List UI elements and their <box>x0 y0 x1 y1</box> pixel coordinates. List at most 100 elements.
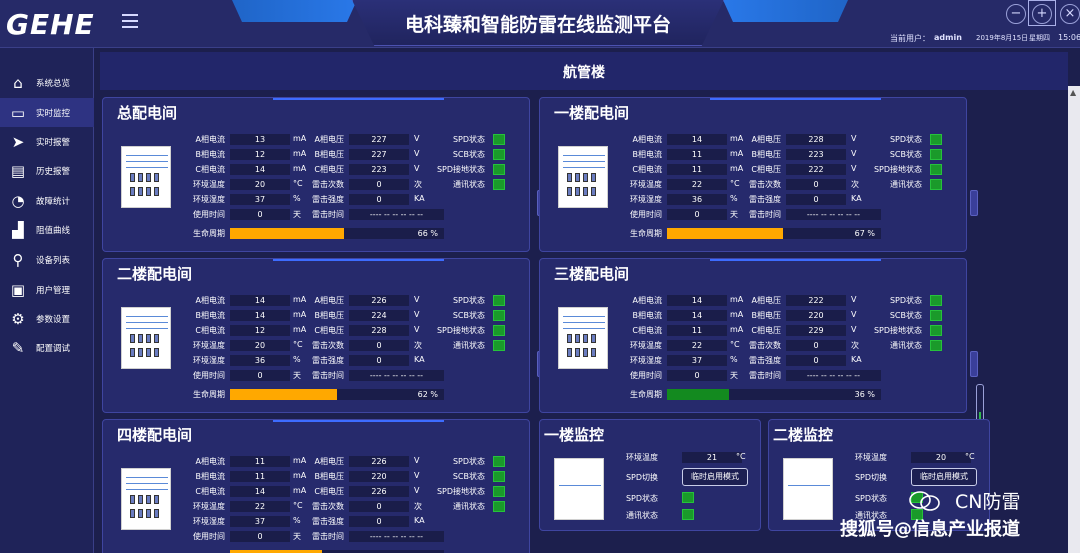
status-label: SCB状态 <box>452 150 485 159</box>
busbar-line <box>563 316 605 317</box>
field-value: 11 <box>230 471 290 482</box>
field-value: 14 <box>230 486 290 497</box>
field-label: 雷击强度 <box>312 356 344 365</box>
field-value: 14 <box>230 164 290 175</box>
temperature-unit: °C <box>736 452 746 461</box>
field-unit: V <box>414 456 420 465</box>
status-label: SPD接地状态 <box>873 165 922 174</box>
sidebar-item-resistance-curve[interactable]: ▟ 阻值曲线 <box>0 215 94 244</box>
room-title: 总配电间 <box>117 104 178 122</box>
breaker-symbol <box>138 509 143 518</box>
current-user-name: admin <box>934 33 962 42</box>
app-header: GEHE 电科臻和智能防雷在线监测平台 − + × 当前用户： admin 20… <box>0 0 1080 48</box>
status-indicator <box>930 325 942 336</box>
field-value: 0 <box>349 516 409 527</box>
field-label: B相电流 <box>632 150 663 159</box>
strike-time-value: ---- -- -- -- -- -- <box>349 370 444 381</box>
life-cycle-fill <box>667 389 729 400</box>
field-value: 223 <box>349 164 409 175</box>
settings-icon: ⚙ <box>11 309 25 328</box>
field-label: A相电压 <box>314 296 344 305</box>
sidebar-item-realtime-monitor[interactable]: ▭ 实时监控 <box>0 98 94 127</box>
field-value: 12 <box>230 325 290 336</box>
room-panel: 一楼配电间 A相电流 14 mA A相电压 228 V SPD状态 B相电流 11 mA B相电压 22… <box>539 97 967 252</box>
sidebar-item-history-alarm[interactable]: ▤ 历史报警 <box>0 156 94 185</box>
breaker-symbol <box>146 334 151 343</box>
field-value: 37 <box>230 194 290 205</box>
field-value: 228 <box>786 134 846 145</box>
pie-chart-icon: ◔ <box>11 191 25 210</box>
field-label: 环境湿度 <box>193 356 225 365</box>
breaker-symbol <box>146 509 151 518</box>
field-label: 雷击时间 <box>312 532 344 541</box>
breaker-symbol <box>130 173 135 182</box>
status-indicator <box>930 340 942 351</box>
breaker-symbol <box>154 334 159 343</box>
breaker-symbol <box>138 187 143 196</box>
breaker-symbol <box>146 348 151 357</box>
sidebar-item-fault-stats[interactable]: ◔ 故障统计 <box>0 186 94 215</box>
minimize-icon[interactable]: − <box>1006 4 1026 24</box>
life-cycle-percent: 67 % <box>854 229 875 238</box>
maximize-icon[interactable]: + <box>1032 4 1052 24</box>
watermark-source: 搜狐号@信息产业报道 <box>840 519 1020 540</box>
busbar-line <box>126 161 168 162</box>
panel-top-accent <box>710 259 881 263</box>
sidebar-item-device-list[interactable]: ⚲ 设备列表 <box>0 245 94 274</box>
busbar-line <box>563 167 605 168</box>
sidebar-item-parameter-settings[interactable]: ⚙ 参数设置 <box>0 304 94 333</box>
hamburger-menu-icon[interactable] <box>122 14 138 28</box>
vertical-scrollbar[interactable]: ▲ <box>1068 86 1080 553</box>
field-value: 14 <box>230 310 290 321</box>
field-unit: 次 <box>414 341 422 350</box>
field-value: 14 <box>667 134 727 145</box>
sidebar-item-overview[interactable]: ⌂ 系统总览 <box>0 68 94 97</box>
status-label: SPD状态 <box>452 296 485 305</box>
field-value: 0 <box>349 340 409 351</box>
field-unit: KA <box>851 355 862 364</box>
panel-connector <box>970 190 978 216</box>
breaker-symbol <box>154 187 159 196</box>
breaker-symbol <box>154 495 159 504</box>
close-icon[interactable]: × <box>1060 4 1080 24</box>
panel-top-accent <box>273 420 444 424</box>
field-unit: KA <box>851 194 862 203</box>
status-indicator <box>682 509 694 520</box>
field-label: 使用时间 <box>630 371 662 380</box>
monitor-title: 一楼监控 <box>544 426 605 444</box>
monitor-icon: ▭ <box>10 103 26 122</box>
sidebar-item-user-management[interactable]: ▣ 用户管理 <box>0 275 94 304</box>
scroll-up-icon[interactable]: ▲ <box>1070 88 1076 97</box>
field-label: C相电压 <box>314 487 344 496</box>
temporary-mode-button[interactable]: 临时启用模式 <box>911 468 977 486</box>
temperature-label: 环境温度 <box>626 453 658 462</box>
strike-time-value: ---- -- -- -- -- -- <box>786 209 881 220</box>
field-unit: V <box>414 149 420 158</box>
status-indicator <box>493 164 505 175</box>
line-chart-icon: ▟ <box>12 220 24 239</box>
field-value: 20 <box>230 179 290 190</box>
field-label: 雷击时间 <box>312 371 344 380</box>
field-label: 雷击强度 <box>312 195 344 204</box>
status-indicator <box>493 340 505 351</box>
breaker-symbol <box>146 187 151 196</box>
breaker-symbol <box>591 334 596 343</box>
time-text: 15:06 <box>1058 33 1080 42</box>
field-label: 环境湿度 <box>193 195 225 204</box>
life-cycle-label: 生命周期 <box>193 390 225 399</box>
page-title: 航管楼 <box>563 65 605 81</box>
life-cycle-percent: 36 % <box>854 390 875 399</box>
sidebar-item-realtime-alarm[interactable]: ➤ 实时报警 <box>0 127 94 156</box>
breaker-symbol <box>583 187 588 196</box>
sidebar-item-config-debug[interactable]: ✎ 配置调试 <box>0 333 94 362</box>
strike-time-value: ---- -- -- -- -- -- <box>349 531 444 542</box>
spd-status-label: SPD状态 <box>625 494 658 503</box>
busbar-line <box>126 483 168 484</box>
breaker-symbol <box>583 334 588 343</box>
app-title: 电科臻和智能防雷在线监测平台 <box>404 14 671 36</box>
temperature-unit: °C <box>965 452 975 461</box>
spd-switch-label: SPD切换 <box>854 473 887 482</box>
field-label: A相电流 <box>195 296 225 305</box>
field-label: 雷击次数 <box>749 341 781 350</box>
temporary-mode-button[interactable]: 临时启用模式 <box>682 468 748 486</box>
